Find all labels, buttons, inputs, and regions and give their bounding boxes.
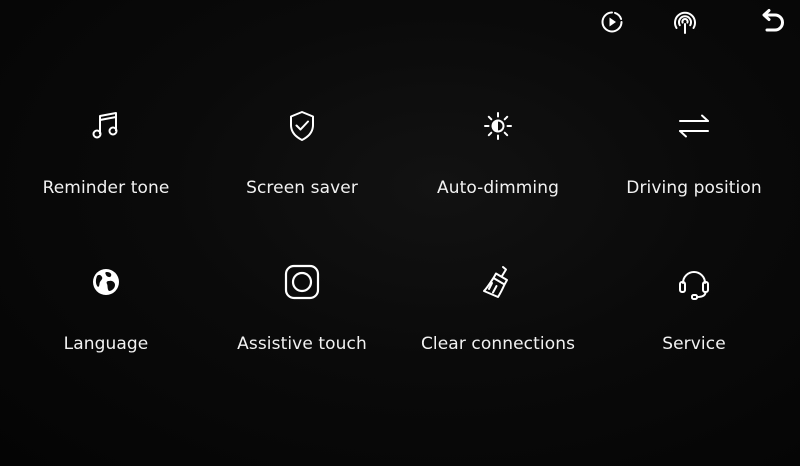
tile-language[interactable]: Language xyxy=(8,260,204,420)
tile-label: Language xyxy=(63,334,149,354)
tile-screen-saver[interactable]: Screen saver xyxy=(204,100,400,260)
broom-icon xyxy=(476,260,520,304)
tile-service[interactable]: Service xyxy=(596,260,792,420)
tile-label: Service xyxy=(662,334,726,354)
tile-clear-connections[interactable]: Clear connections xyxy=(400,260,596,420)
tile-assistive-touch[interactable]: Assistive touch xyxy=(204,260,400,420)
back-button[interactable] xyxy=(754,4,790,40)
shield-check-icon xyxy=(280,104,324,148)
tile-label: Auto-dimming xyxy=(436,178,560,198)
tile-label: Driving position xyxy=(626,178,762,198)
play-circle-icon xyxy=(601,11,623,33)
tile-label: Reminder tone xyxy=(42,178,170,198)
wireless-button[interactable] xyxy=(667,4,703,40)
play-button[interactable] xyxy=(594,4,630,40)
swap-arrows-icon xyxy=(672,104,716,148)
brightness-sun-icon xyxy=(476,104,520,148)
tile-reminder-tone[interactable]: Reminder tone xyxy=(8,100,204,260)
globe-icon xyxy=(84,260,128,304)
wireless-broadcast-icon xyxy=(674,11,696,34)
tile-label: Assistive touch xyxy=(237,334,367,354)
headset-icon xyxy=(672,260,716,304)
settings-screen: Reminder tone Screen saver Auto-dimming … xyxy=(0,0,800,466)
music-note-icon xyxy=(84,104,128,148)
settings-grid: Reminder tone Screen saver Auto-dimming … xyxy=(8,100,792,420)
tile-label: Screen saver xyxy=(246,178,358,198)
tile-label: Clear connections xyxy=(420,334,576,354)
tile-auto-dimming[interactable]: Auto-dimming xyxy=(400,100,596,260)
assistive-touch-icon xyxy=(280,260,324,304)
tile-driving-position[interactable]: Driving position xyxy=(596,100,792,260)
back-arrow-icon xyxy=(762,9,784,32)
